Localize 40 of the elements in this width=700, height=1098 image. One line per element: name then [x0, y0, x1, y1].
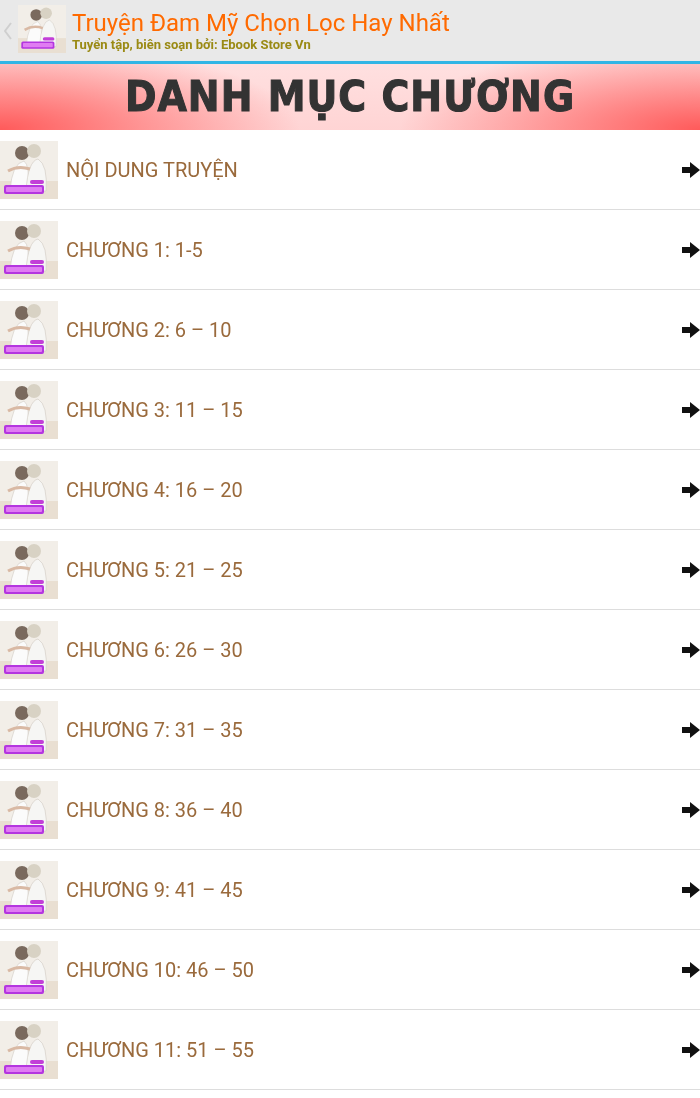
arrow-right-icon [682, 400, 700, 419]
chapter-item[interactable]: CHƯƠNG 5: 21 – 25 [0, 530, 700, 610]
app-subtitle: Tuyển tập, biên soạn bởi: Ebook Store Vn [72, 36, 312, 53]
chapter-item[interactable]: CHƯƠNG 6: 26 – 30 [0, 610, 700, 690]
arrow-right-icon [682, 480, 700, 499]
chapter-title: CHƯƠNG 5: 21 – 25 [66, 557, 244, 582]
arrow-right-icon [682, 720, 700, 739]
chapter-title: CHƯƠNG 4: 16 – 20 [66, 477, 244, 502]
chapter-title: CHƯƠNG 9: 41 – 45 [66, 877, 244, 902]
arrow-right-icon [682, 960, 700, 979]
back-chevron-icon[interactable] [4, 21, 12, 40]
arrow-right-icon [682, 880, 700, 899]
chapter-title: CHƯƠNG 6: 26 – 30 [66, 637, 244, 662]
chapter-title: CHƯƠNG 3: 11 – 15 [66, 397, 244, 422]
chapter-title: CHƯƠNG 2: 6 – 10 [66, 317, 233, 342]
banner-title: DANH MỤC CHƯƠNG [124, 72, 576, 122]
app-title: Truyện Đam Mỹ Chọn Lọc Hay Nhất [72, 8, 450, 37]
chapter-item[interactable]: NỘI DUNG TRUYỆN [0, 130, 700, 210]
arrow-right-icon [682, 1040, 700, 1059]
chapter-title: CHƯƠNG 10: 46 – 50 [66, 957, 256, 982]
arrow-right-icon [682, 160, 700, 179]
chapter-title: CHƯƠNG 7: 31 – 35 [66, 717, 244, 742]
chapter-item[interactable]: CHƯƠNG 11: 51 – 55 [0, 1010, 700, 1090]
chapter-title: CHƯƠNG 1: 1-5 [66, 237, 204, 262]
chapter-title: CHƯƠNG 11: 51 – 55 [66, 1037, 256, 1062]
chapter-item[interactable]: CHƯƠNG 10: 46 – 50 [0, 930, 700, 1010]
arrow-right-icon [682, 320, 700, 339]
chapter-item[interactable]: CHƯƠNG 3: 11 – 15 [0, 370, 700, 450]
arrow-right-icon [682, 240, 700, 259]
chapter-item[interactable]: CHƯƠNG 9: 41 – 45 [0, 850, 700, 930]
chapter-title: NỘI DUNG TRUYỆN [66, 157, 239, 182]
chapter-item[interactable]: CHƯƠNG 2: 6 – 10 [0, 290, 700, 370]
arrow-right-icon [682, 800, 700, 819]
arrow-right-icon [682, 640, 700, 659]
chapter-item[interactable]: CHƯƠNG 4: 16 – 20 [0, 450, 700, 530]
arrow-right-icon [682, 560, 700, 579]
chapter-title: CHƯƠNG 8: 36 – 40 [66, 797, 244, 822]
chapter-item[interactable]: CHƯƠNG 8: 36 – 40 [0, 770, 700, 850]
chapter-item[interactable]: CHƯƠNG 1: 1-5 [0, 210, 700, 290]
chapter-item[interactable]: CHƯƠNG 7: 31 – 35 [0, 690, 700, 770]
